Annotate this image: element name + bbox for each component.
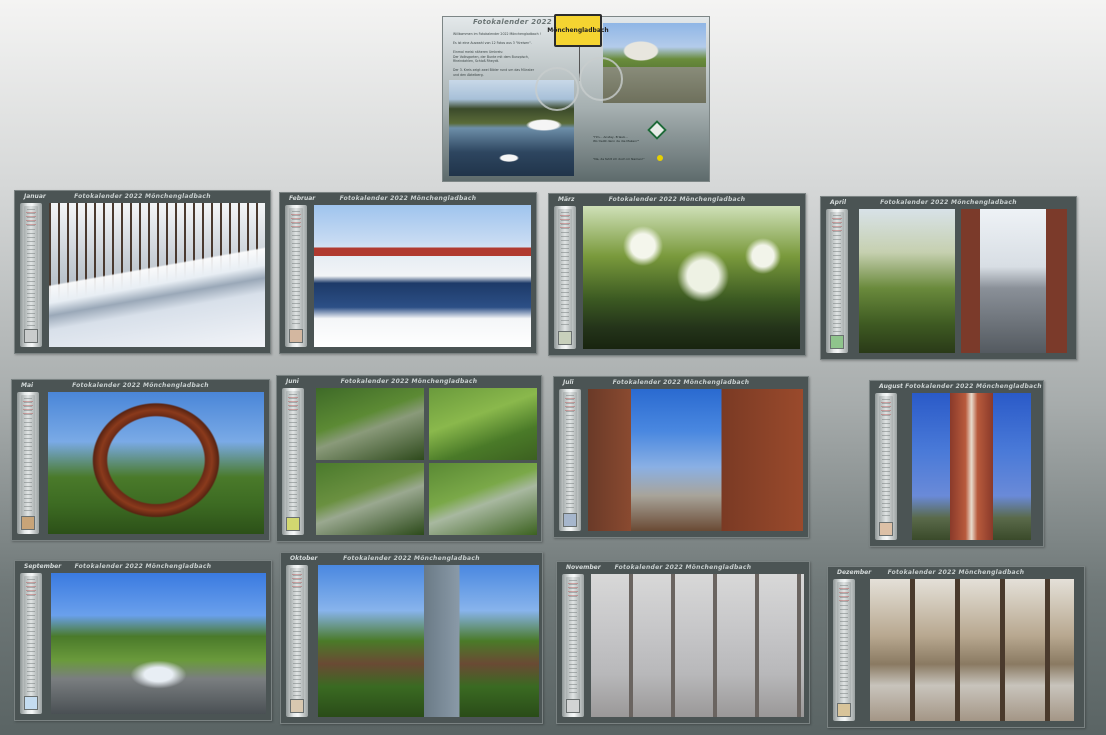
month-name: August bbox=[879, 383, 903, 390]
date-strip bbox=[826, 209, 848, 353]
month-card-september[interactable]: September Fotokalender 2022 Mönchengladb… bbox=[14, 560, 272, 721]
town-sign: Mönchengladbach bbox=[547, 14, 609, 47]
month-photo bbox=[588, 389, 803, 531]
photo-quadrant-3 bbox=[316, 462, 425, 535]
calendar-header: Fotokalender 2022 Mönchengladbach bbox=[614, 564, 752, 571]
color-swatch bbox=[286, 517, 300, 531]
color-swatch bbox=[558, 331, 572, 345]
calendar-header: Fotokalender 2022 Mönchengladbach bbox=[72, 382, 209, 389]
date-strip bbox=[554, 206, 576, 349]
month-card-juni[interactable]: Juni Fotokalender 2022 Mönchengladbach bbox=[276, 375, 542, 542]
magnifier-ring-left bbox=[535, 67, 579, 111]
calendar-header: Fotokalender 2022 Mönchengladbach bbox=[339, 195, 477, 202]
month-photo bbox=[48, 392, 264, 534]
date-strip bbox=[562, 574, 584, 717]
photo-quadrant-1 bbox=[316, 388, 425, 461]
month-card-oktober[interactable]: Oktober Fotokalender 2022 Mönchengladbac… bbox=[280, 552, 543, 724]
month-card-januar[interactable]: Januar Fotokalender 2022 Mönchengladbach bbox=[14, 190, 271, 354]
month-photo bbox=[859, 209, 1067, 353]
calendar-cover-page[interactable]: Fotokalender 2022 Willkommen im Fotokale… bbox=[442, 14, 710, 182]
color-swatch bbox=[879, 522, 893, 536]
date-strip bbox=[833, 579, 855, 721]
month-photo bbox=[591, 574, 804, 717]
date-strip bbox=[286, 565, 308, 717]
calendar-header: Fotokalender 2022 Mönchengladbach bbox=[340, 378, 478, 385]
calendar-header: Fotokalender 2022 Mönchengladbach bbox=[887, 569, 1025, 576]
photo-quadrant-4 bbox=[428, 462, 537, 535]
date-strip bbox=[20, 203, 42, 347]
month-card-april[interactable]: April Fotokalender 2022 Mönchengladbach bbox=[820, 196, 1077, 360]
color-swatch bbox=[563, 513, 577, 527]
date-strip bbox=[20, 573, 42, 714]
magnifier-ring-right bbox=[579, 57, 623, 101]
date-strip bbox=[282, 388, 304, 535]
photo-segment-right bbox=[960, 209, 1067, 353]
calendar-header: Fotokalender 2022 Mönchengladbach bbox=[608, 196, 746, 203]
calendar-header: Fotokalender 2022 Mönchengladbach bbox=[74, 193, 211, 200]
date-strip bbox=[17, 392, 39, 534]
cover-title: Fotokalender 2022 bbox=[473, 18, 552, 26]
color-swatch bbox=[24, 696, 38, 710]
month-photo bbox=[912, 393, 1031, 540]
date-strip bbox=[559, 389, 581, 531]
color-swatch bbox=[837, 703, 851, 717]
calendar-header: Fotokalender 2022 Mönchengladbach bbox=[343, 555, 480, 562]
month-card-august[interactable]: August Fotokalender 2022 Mönchengladbach bbox=[869, 380, 1044, 547]
color-swatch bbox=[830, 335, 844, 349]
calendar-header: Fotokalender 2022 Mönchengladbach bbox=[880, 199, 1017, 206]
month-card-mai[interactable]: Mai Fotokalender 2022 Mönchengladbach bbox=[11, 379, 270, 541]
calendar-header: Fotokalender 2022 Mönchengladbach bbox=[905, 383, 1042, 390]
photo-segment-left bbox=[859, 209, 955, 353]
month-card-dezember[interactable]: Dezember Fotokalender 2022 Mönchengladba… bbox=[827, 566, 1085, 728]
month-photo bbox=[318, 565, 539, 717]
month-card-maerz[interactable]: März Fotokalender 2022 Mönchengladbach bbox=[548, 193, 806, 356]
date-strip bbox=[285, 205, 307, 347]
date-strip bbox=[875, 393, 897, 540]
smiley-icon bbox=[657, 155, 663, 161]
cover-quote-2: "Na, da fehlt ich doch im Namen!" bbox=[593, 157, 645, 161]
color-swatch bbox=[289, 329, 303, 343]
calendar-header: Fotokalender 2022 Mönchengladbach bbox=[74, 563, 212, 570]
color-swatch bbox=[21, 516, 35, 530]
month-photo bbox=[314, 205, 531, 347]
calendar-header: Fotokalender 2022 Mönchengladbach bbox=[612, 379, 750, 386]
month-photo bbox=[583, 206, 800, 349]
color-swatch bbox=[566, 699, 580, 713]
month-photo bbox=[316, 388, 537, 535]
month-card-februar[interactable]: Februar Fotokalender 2022 Mönchengladbac… bbox=[279, 192, 537, 354]
month-card-november[interactable]: November Fotokalender 2022 Mönchengladba… bbox=[556, 561, 810, 724]
month-photo bbox=[51, 573, 266, 714]
month-photo bbox=[870, 579, 1074, 721]
color-swatch bbox=[290, 699, 304, 713]
color-swatch bbox=[24, 329, 38, 343]
month-photo bbox=[49, 203, 265, 347]
photo-quadrant-2 bbox=[428, 388, 537, 461]
month-card-juli[interactable]: Juli Fotokalender 2022 Mönchengladbach bbox=[553, 376, 809, 538]
